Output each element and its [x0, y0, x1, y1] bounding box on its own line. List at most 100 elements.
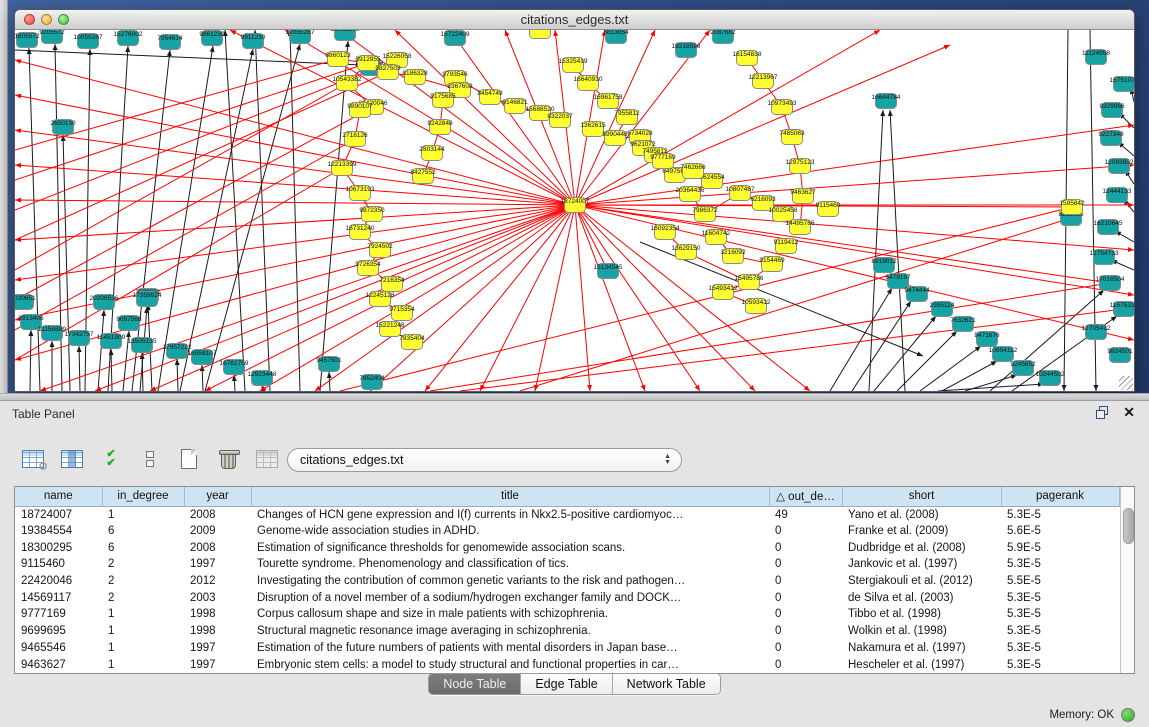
table-cell[interactable]: Franke et al. (2009)	[842, 523, 1001, 540]
table-cell[interactable]: 1997	[184, 656, 251, 673]
graph-edge[interactable]	[30, 330, 31, 391]
table-row[interactable]: 1830029562008Estimation of significance …	[15, 539, 1119, 556]
graph-edge[interactable]	[234, 375, 235, 391]
column-header-out_de[interactable]: △ out_de…	[769, 487, 842, 506]
panel-splitter[interactable]: ▾	[0, 393, 1149, 401]
delete-column-button[interactable]	[215, 445, 241, 473]
table-cell[interactable]: 2	[102, 573, 184, 590]
table-cell[interactable]: Structural magnetic resonance image aver…	[251, 623, 769, 640]
graph-edge[interactable]	[575, 30, 605, 205]
table-row[interactable]: 911546021997Tourette syndrome. Phenomeno…	[15, 556, 1119, 573]
table-row[interactable]: 946554611997Estimation of the future num…	[15, 640, 1119, 657]
table-cell[interactable]: 5.6E-5	[1001, 523, 1119, 540]
table-cell[interactable]: 0	[769, 556, 842, 573]
graph-edge[interactable]	[63, 135, 70, 391]
table-row[interactable]: 1456911722003Disruption of a novel membe…	[15, 589, 1119, 606]
graph-edge[interactable]	[920, 346, 981, 391]
table-cell[interactable]: 49	[769, 506, 842, 523]
close-window-button[interactable]	[24, 14, 35, 25]
table-row[interactable]: 2242004622012Investigating the contribut…	[15, 573, 1119, 590]
table-cell[interactable]: 5.9E-5	[1001, 539, 1119, 556]
table-cell[interactable]: 9777169	[15, 606, 102, 623]
table-cell[interactable]: Tibbo et al. (1998)	[842, 606, 1001, 623]
table-cell[interactable]: 2009	[184, 523, 251, 540]
scrollbar-thumb[interactable]	[1123, 508, 1134, 544]
table-cell[interactable]: Corpus callosum shape and size in male p…	[251, 606, 769, 623]
table-cell[interactable]: Hescheler et al. (1997)	[842, 656, 1001, 673]
graph-edge[interactable]	[897, 331, 957, 391]
graph-edge[interactable]	[575, 165, 1134, 205]
table-cell[interactable]: 0	[769, 640, 842, 657]
table-cell[interactable]: 9463627	[15, 656, 102, 673]
table-cell[interactable]: 1997	[184, 556, 251, 573]
graph-node[interactable]	[530, 30, 551, 39]
table-cell[interactable]: 14569117	[15, 589, 102, 606]
graph-edge[interactable]	[177, 359, 178, 391]
table-row[interactable]: 1872400712008Changes of HCN gene express…	[15, 506, 1119, 523]
table-cell[interactable]: Wolkin et al. (1998)	[842, 623, 1001, 640]
table-cell[interactable]: 19384554	[15, 523, 102, 540]
table-cell[interactable]: Changes of HCN gene expression and I(f) …	[251, 506, 769, 523]
graph-edge[interactable]	[874, 316, 936, 391]
table-cell[interactable]: 9699695	[15, 623, 102, 640]
table-cell[interactable]: 2008	[184, 506, 251, 523]
table-cell[interactable]: 0	[769, 656, 842, 673]
network-canvas[interactable]: 1605572920557210055287152760027954614986…	[15, 30, 1134, 391]
collapsed-control-panel-strip[interactable]	[0, 0, 8, 393]
unselect-all-columns-button[interactable]	[137, 445, 163, 473]
table-cell[interactable]: 2008	[184, 539, 251, 556]
table-cell[interactable]: 5.5E-5	[1001, 573, 1119, 590]
table-cell[interactable]: 18300295	[15, 539, 102, 556]
table-cell[interactable]: Disruption of a novel member of a sodium…	[251, 589, 769, 606]
table-vertical-scrollbar[interactable]	[1120, 487, 1135, 673]
table-cell[interactable]: 0	[769, 606, 842, 623]
graph-edge[interactable]	[425, 205, 575, 391]
select-all-columns-button[interactable]: ✔✔	[98, 445, 124, 473]
table-row[interactable]: 969969511998Structural magnetic resonanc…	[15, 623, 1119, 640]
graph-edge[interactable]	[98, 310, 104, 391]
table-cell[interactable]: Genome-wide association studies in ADHD.	[251, 523, 769, 540]
zoom-window-button[interactable]	[58, 14, 69, 25]
table-cell[interactable]: 5.3E-5	[1001, 506, 1119, 523]
table-cell[interactable]: 5.3E-5	[1001, 606, 1119, 623]
table-cell[interactable]: Jankovic et al. (1997)	[842, 556, 1001, 573]
graph-edge[interactable]	[15, 50, 362, 65]
table-mode-button[interactable]: ⚙	[20, 445, 46, 473]
table-cell[interactable]: 0	[769, 623, 842, 640]
table-cell[interactable]: 6	[102, 539, 184, 556]
network-view[interactable]: 1605572920557210055287152760027954614986…	[15, 30, 1134, 391]
table-cell[interactable]: 9465546	[15, 640, 102, 657]
table-cell[interactable]: 5.3E-5	[1001, 589, 1119, 606]
column-header-title[interactable]: title	[251, 487, 769, 506]
table-cell[interactable]: 1	[102, 506, 184, 523]
graph-edge[interactable]	[869, 110, 883, 391]
table-cell[interactable]: 5.3E-5	[1001, 556, 1119, 573]
table-cell[interactable]: 0	[769, 589, 842, 606]
table-cell[interactable]: Dudbridge et al. (2008)	[842, 539, 1001, 556]
table-cell[interactable]: 9115460	[15, 556, 102, 573]
show-columns-button[interactable]	[59, 445, 85, 473]
table-cell[interactable]: 2	[102, 589, 184, 606]
table-cell[interactable]: 5.3E-5	[1001, 640, 1119, 657]
graph-edge[interactable]	[290, 30, 300, 391]
column-header-in_degree[interactable]: in_degree	[102, 487, 184, 506]
table-cell[interactable]: 1998	[184, 606, 251, 623]
table-cell[interactable]: 1	[102, 606, 184, 623]
table-row[interactable]: 1938455462009Genome-wide association stu…	[15, 523, 1119, 540]
column-header-short[interactable]: short	[842, 487, 1001, 506]
table-cell[interactable]: 18724007	[15, 506, 102, 523]
graph-edge[interactable]	[15, 60, 575, 205]
graph-edge[interactable]	[575, 205, 1110, 283]
float-panel-icon[interactable]	[1096, 406, 1109, 419]
table-row[interactable]: 977716911998Corpus callosum shape and si…	[15, 606, 1119, 623]
table-cell[interactable]: 22420046	[15, 573, 102, 590]
graph-edge[interactable]	[575, 205, 590, 391]
table-cell[interactable]: 1	[102, 640, 184, 657]
table-cell[interactable]: 5.3E-5	[1001, 656, 1119, 673]
table-cell[interactable]: 2003	[184, 589, 251, 606]
table-cell[interactable]: Tourette syndrome. Phenomenology and cla…	[251, 556, 769, 573]
network-window[interactable]: citations_edges.txt 16055729205572100552…	[14, 9, 1135, 392]
table-cell[interactable]: de Silva et al. (2003)	[842, 589, 1001, 606]
table-cell[interactable]: 6	[102, 523, 184, 540]
graph-edge[interactable]	[942, 361, 997, 391]
